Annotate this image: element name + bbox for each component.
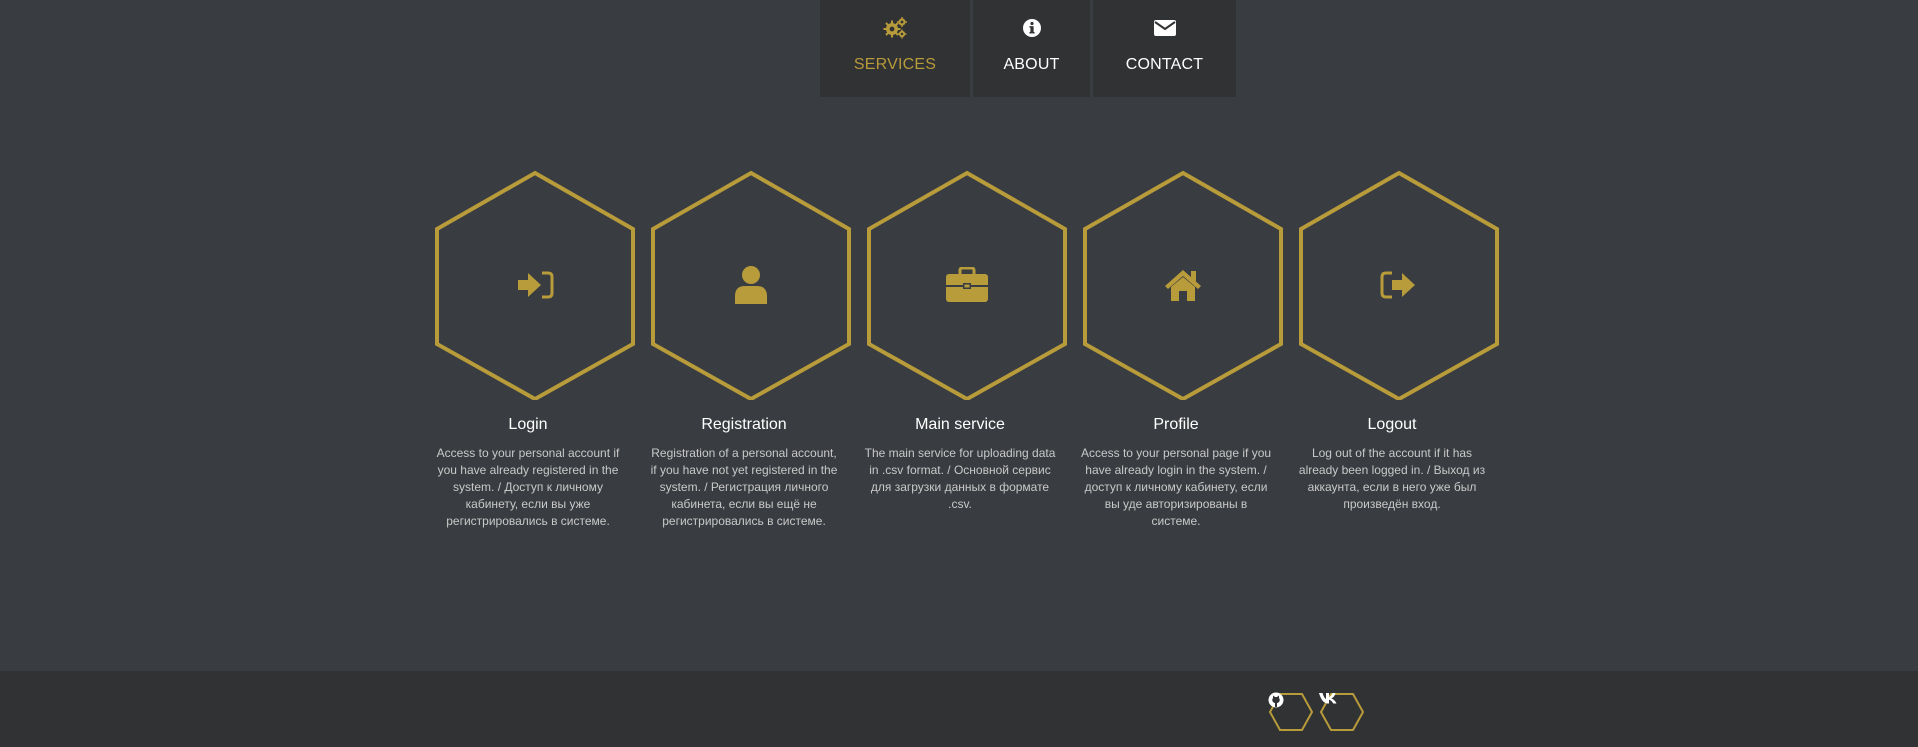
vk-link[interactable]	[1319, 692, 1365, 732]
login-hexagon[interactable]	[434, 170, 636, 400]
vk-icon	[1319, 692, 1365, 732]
service-title: Registration	[701, 416, 787, 433]
gears-icon	[883, 16, 907, 40]
nav-about[interactable]: ABOUT	[973, 0, 1090, 97]
briefcase-icon	[866, 265, 1068, 305]
nav-about-label: ABOUT	[1003, 56, 1060, 73]
home-icon	[1082, 265, 1284, 305]
logout-hexagon[interactable]	[1298, 170, 1500, 400]
sign-in-icon	[434, 265, 636, 305]
nav-contact[interactable]: CONTACT	[1093, 0, 1236, 97]
user-icon	[650, 265, 852, 305]
service-description: Access to your personal account if you h…	[436, 446, 620, 528]
footer	[0, 671, 1918, 747]
main-service-hexagon[interactable]	[866, 170, 1068, 400]
service-title: Login	[508, 416, 548, 433]
github-link[interactable]	[1268, 692, 1314, 732]
info-circle-icon	[1022, 16, 1042, 40]
service-description: Registration of a personal account, if y…	[650, 446, 838, 528]
github-icon	[1268, 692, 1314, 732]
service-title: Main service	[915, 416, 1005, 433]
nav-services[interactable]: SERVICES	[820, 0, 970, 97]
service-description: The main service for uploading data in .…	[864, 446, 1056, 511]
envelope-icon	[1153, 16, 1177, 40]
registration-hexagon[interactable]	[650, 170, 852, 400]
service-title: Logout	[1367, 416, 1417, 433]
service-description: Log out of the account if it has already…	[1298, 446, 1486, 511]
service-title: Profile	[1153, 416, 1199, 433]
sign-out-icon	[1298, 265, 1500, 305]
service-description: Access to your personal page if you have…	[1080, 446, 1272, 528]
nav-contact-label: CONTACT	[1125, 56, 1204, 73]
nav-services-label: SERVICES	[853, 56, 937, 73]
top-nav: SERVICES ABOUT CONTACT	[820, 0, 1236, 97]
profile-hexagon[interactable]	[1082, 170, 1284, 400]
